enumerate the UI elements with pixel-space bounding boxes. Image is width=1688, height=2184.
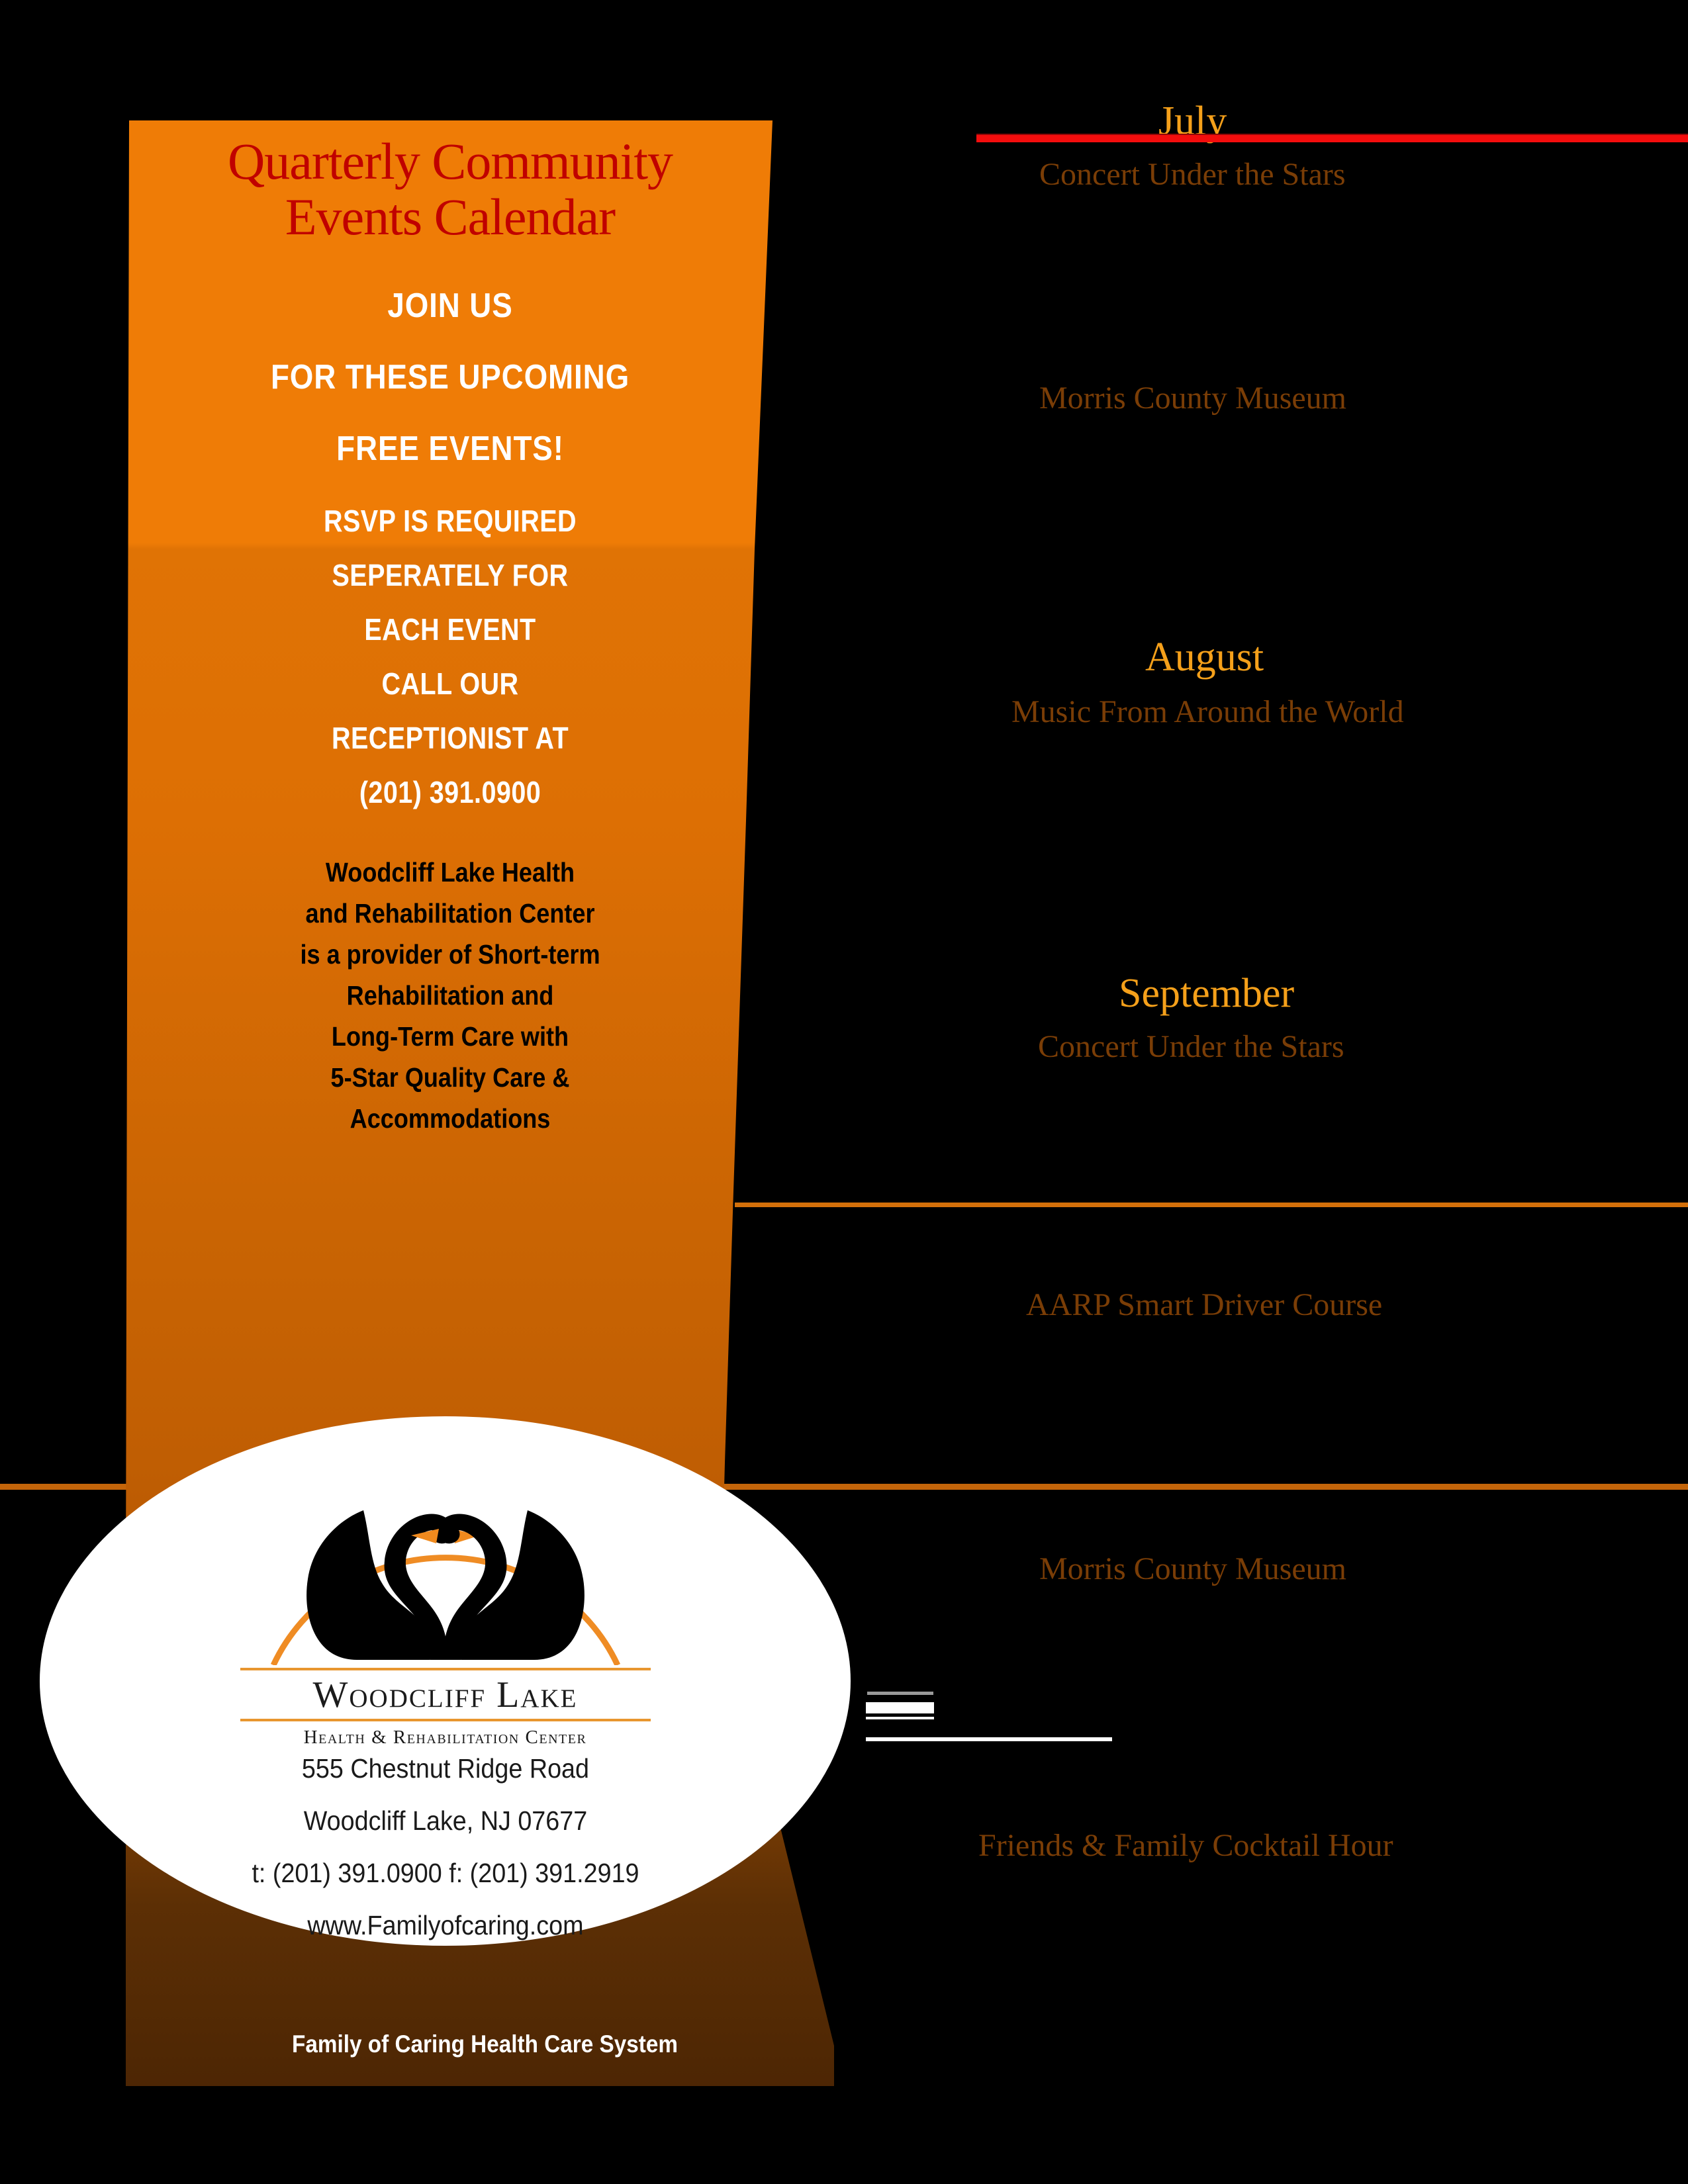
poster-canvas: July Concert Under the Stars Morris Coun… xyxy=(0,0,1688,2184)
desc-line-3: is a provider of Short-term xyxy=(300,939,600,970)
event-august-music: Music From Around the World xyxy=(1011,694,1404,729)
events-column: July Concert Under the Stars Morris Coun… xyxy=(735,0,1688,2184)
month-heading-august: August xyxy=(1145,635,1264,680)
event-july-concert: Concert Under the Stars xyxy=(1039,157,1346,192)
desc-line-4: Rehabilitation and xyxy=(346,980,554,1011)
month-heading-september: September xyxy=(1119,971,1295,1016)
rsvp-phone-number[interactable]: (201) 391.0900 xyxy=(171,777,729,807)
desc-line-6: 5-Star Quality Care & xyxy=(330,1062,570,1093)
rsvp-line-5: RECEPTIONIST AT xyxy=(331,721,569,756)
page-title-line2: Events Calendar xyxy=(285,188,616,246)
rsvp-line-4: CALL OUR xyxy=(381,666,519,702)
divider-gray-small xyxy=(867,1692,933,1695)
desc-line-2: and Rehabilitation Center xyxy=(305,898,595,929)
address-block: 555 Chestnut Ridge Road Woodcliff Lake, … xyxy=(235,1752,656,1964)
divider-white-long xyxy=(866,1737,1112,1741)
rsvp-line-3: EACH EVENT xyxy=(364,612,536,647)
logo-rule-top xyxy=(240,1668,651,1670)
page-title-line1: Quarterly Community xyxy=(227,132,673,190)
footer-system-name: Family of Caring Health Care System xyxy=(292,2030,678,2058)
swans-logo-icon xyxy=(234,1447,657,1666)
address-city: Woodcliff Lake, NJ 07677 xyxy=(303,1805,587,1836)
logo-name-sub: Health & Rehabilitation Center xyxy=(303,1726,587,1748)
divider-white-thick xyxy=(866,1702,934,1713)
desc-line-5: Long-Term Care with xyxy=(331,1021,569,1052)
logo-address-oval: Woodcliff Lake Health & Rehabilitation C… xyxy=(40,1416,851,1946)
rsvp-line-1: RSVP IS REQUIRED xyxy=(323,504,577,539)
logo-wordmark: Woodcliff Lake Health & Rehabilitation C… xyxy=(234,1668,657,1749)
logo-rule-bottom xyxy=(240,1718,651,1721)
join-line-3: FREE EVENTS! xyxy=(336,430,564,469)
rsvp-block: RSVP IS REQUIRED SEPERATELY FOR EACH EVE… xyxy=(126,506,774,807)
join-us-block: JOIN US FOR THESE UPCOMING FREE EVENTS! xyxy=(126,289,774,466)
address-website[interactable]: www.Familyofcaring.com xyxy=(252,1911,639,1939)
page-title: Quarterly Community Events Calendar xyxy=(126,132,774,246)
join-line-1: JOIN US xyxy=(387,287,513,326)
divider-red-july xyxy=(976,134,1688,142)
facility-description: Woodcliff Lake Health and Rehabilitation… xyxy=(126,859,774,1132)
join-line-2: FOR THESE UPCOMING xyxy=(270,358,630,397)
logo-name-main: Woodcliff Lake xyxy=(312,1674,578,1715)
address-phone-fax[interactable]: t: (201) 391.0900 f: (201) 391.2919 xyxy=(252,1859,639,1887)
desc-line-7: Accommodations xyxy=(350,1103,551,1134)
banner-content: Quarterly Community Events Calendar JOIN… xyxy=(126,120,774,1146)
desc-line-1: Woodcliff Lake Health xyxy=(325,857,575,888)
event-morris-county-museum-1: Morris County Museum xyxy=(1039,381,1347,416)
event-september-concert: Concert Under the Stars xyxy=(1038,1029,1344,1064)
event-aarp-smart-driver-course: AARP Smart Driver Course xyxy=(1026,1287,1383,1322)
divider-white-thin xyxy=(866,1717,934,1719)
event-morris-county-museum-2: Morris County Museum xyxy=(1039,1551,1347,1586)
event-friends-family-cocktail-hour: Friends & Family Cocktail Hour xyxy=(978,1828,1393,1863)
address-street: 555 Chestnut Ridge Road xyxy=(301,1752,589,1784)
rsvp-line-2: SEPERATELY FOR xyxy=(332,558,569,593)
divider-orange-upper xyxy=(735,1203,1688,1207)
